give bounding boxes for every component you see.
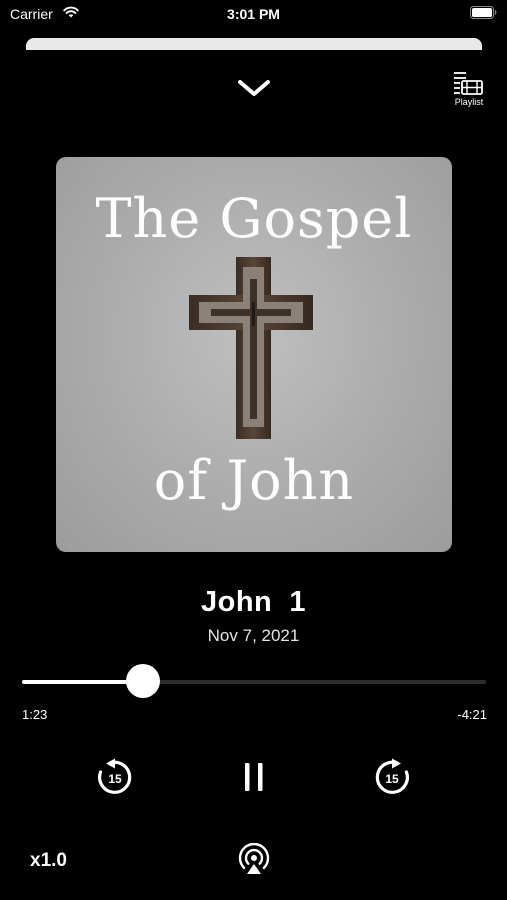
airplay-audio-icon [238, 842, 270, 874]
status-bar: Carrier 3:01 PM [0, 0, 507, 30]
progress-fill [22, 680, 143, 684]
pause-icon [245, 763, 263, 791]
progress-track[interactable] [22, 680, 486, 684]
playlist-icon [454, 72, 483, 95]
skip-forward-15-button[interactable]: 15 [372, 757, 412, 797]
airplay-button[interactable] [237, 842, 271, 877]
remaining-time: -4:21 [457, 707, 487, 722]
sheet-edge [26, 38, 482, 50]
scrubber-thumb[interactable] [126, 664, 160, 698]
status-time: 3:01 PM [227, 6, 280, 22]
skip-forward-label: 15 [385, 772, 399, 786]
collapse-button[interactable] [233, 70, 275, 106]
elapsed-time: 1:23 [22, 707, 48, 722]
playlist-label: Playlist [454, 97, 484, 107]
skip-back-label: 15 [108, 772, 122, 786]
skip-back-15-button[interactable]: 15 [95, 757, 135, 797]
artwork-title-line1: The Gospel [95, 187, 413, 250]
playback-speed-button[interactable]: x1.0 [30, 850, 67, 872]
playlist-button[interactable]: Playlist [443, 68, 495, 112]
album-artwork: The Gospel of John [56, 157, 452, 552]
track-date: Nov 7, 2021 [207, 626, 300, 645]
battery-icon [470, 6, 497, 19]
pause-button[interactable] [240, 760, 268, 794]
skip-back-15-icon: 15 [98, 758, 132, 794]
chevron-down-icon [238, 80, 270, 96]
skip-forward-15-icon: 15 [375, 758, 409, 794]
artwork-title-line2: of John [153, 449, 355, 512]
track-title: John 1 [200, 586, 306, 618]
